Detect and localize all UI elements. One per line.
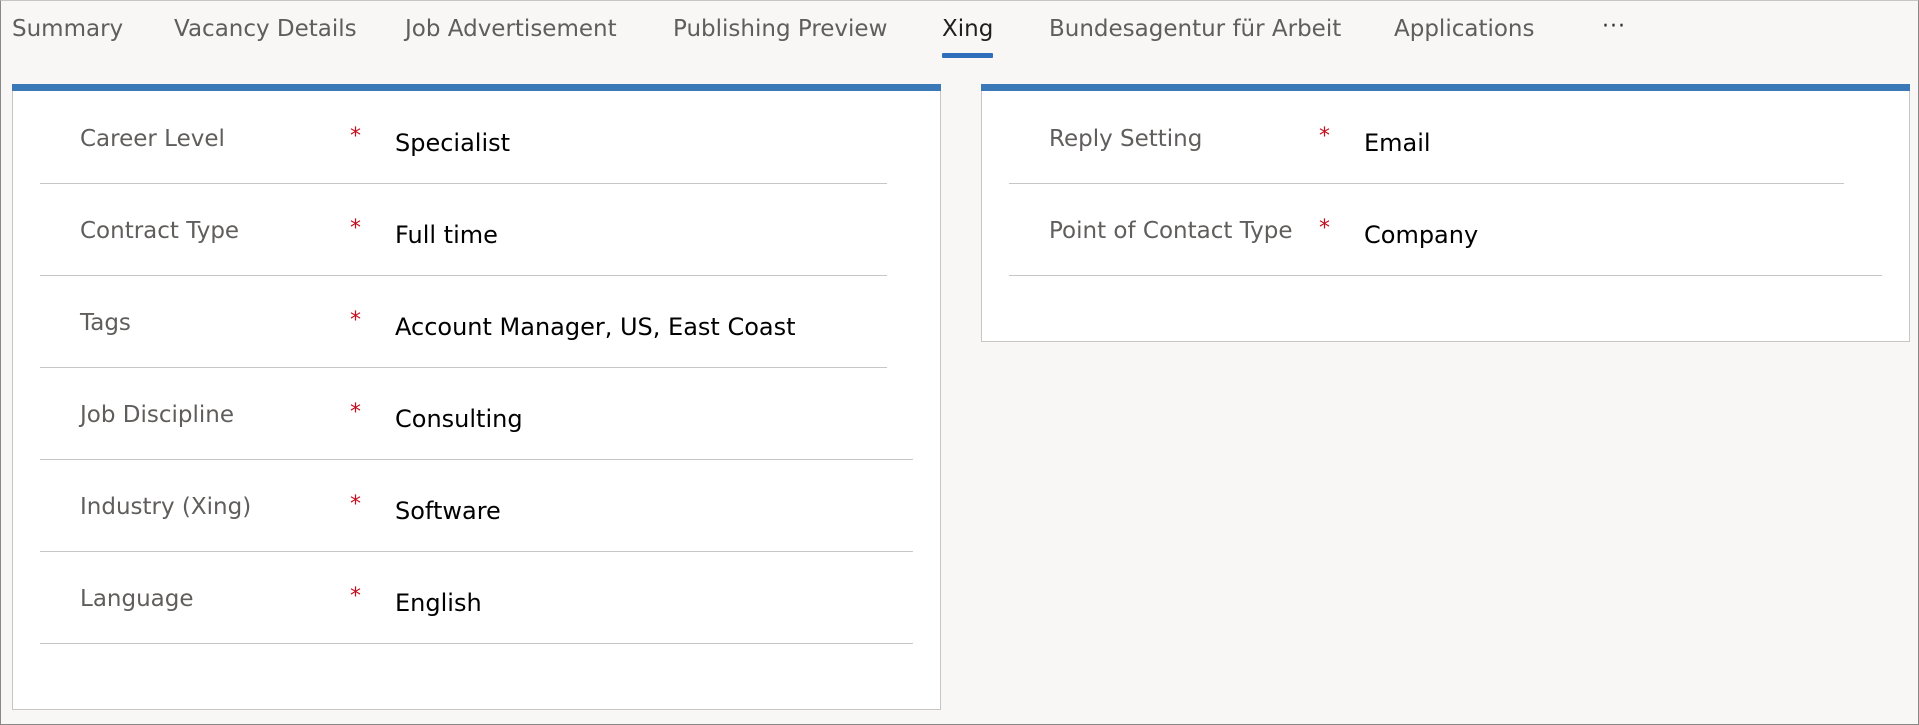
field-label: Tags (80, 310, 131, 336)
contract-type-value[interactable]: Full time (395, 221, 498, 249)
field-row-contract-type: Contract Type * Full time (40, 184, 887, 276)
tags-value[interactable]: Account Manager, US, East Coast (395, 313, 796, 341)
xing-details-panel: Career Level * Specialist Contract Type … (12, 84, 941, 710)
tab-bar: Summary Vacancy Details Job Advertisemen… (0, 0, 1919, 62)
more-tabs-icon[interactable]: ··· (1597, 10, 1631, 44)
language-value[interactable]: English (395, 589, 482, 617)
field-row-job-discipline: Job Discipline * Consulting (40, 368, 913, 460)
field-label: Reply Setting (1049, 126, 1203, 152)
tab-bundesagentur[interactable]: Bundesagentur für Arbeit (1049, 12, 1341, 58)
tab-vacancy-details[interactable]: Vacancy Details (174, 12, 357, 58)
job-discipline-value[interactable]: Consulting (395, 405, 523, 433)
required-marker: * (350, 584, 361, 609)
required-marker: * (1319, 216, 1330, 241)
required-marker: * (1319, 124, 1330, 149)
field-label: Industry (Xing) (80, 494, 252, 520)
required-marker: * (350, 492, 361, 517)
required-marker: * (350, 124, 361, 149)
reply-settings-panel: Reply Setting * Email Point of Contact T… (981, 84, 1910, 342)
field-row-tags: Tags * Account Manager, US, East Coast (40, 276, 887, 368)
reply-setting-value[interactable]: Email (1364, 129, 1431, 157)
field-row-point-of-contact-type: Point of Contact Type * Company (1009, 184, 1882, 276)
field-row-reply-setting: Reply Setting * Email (1009, 92, 1844, 184)
required-marker: * (350, 308, 361, 333)
field-label: Contract Type (80, 218, 240, 244)
tab-job-advertisement[interactable]: Job Advertisement (405, 12, 617, 58)
field-row-industry: Industry (Xing) * Software (40, 460, 913, 552)
field-label: Point of Contact Type (1049, 218, 1293, 244)
field-row-language: Language * English (40, 552, 913, 644)
field-label: Language (80, 586, 194, 612)
career-level-value[interactable]: Specialist (395, 129, 510, 157)
point-of-contact-type-value[interactable]: Company (1364, 221, 1478, 249)
tab-xing[interactable]: Xing (942, 12, 994, 58)
row-divider (40, 643, 913, 644)
field-label: Job Discipline (80, 402, 234, 428)
tab-summary[interactable]: Summary (12, 12, 123, 58)
field-label: Career Level (80, 126, 225, 152)
tab-applications[interactable]: Applications (1394, 12, 1535, 58)
row-divider (1009, 275, 1882, 276)
required-marker: * (350, 216, 361, 241)
required-marker: * (350, 400, 361, 425)
field-row-career-level: Career Level * Specialist (40, 92, 887, 184)
industry-value[interactable]: Software (395, 497, 501, 525)
tab-publishing-preview[interactable]: Publishing Preview (673, 12, 887, 58)
